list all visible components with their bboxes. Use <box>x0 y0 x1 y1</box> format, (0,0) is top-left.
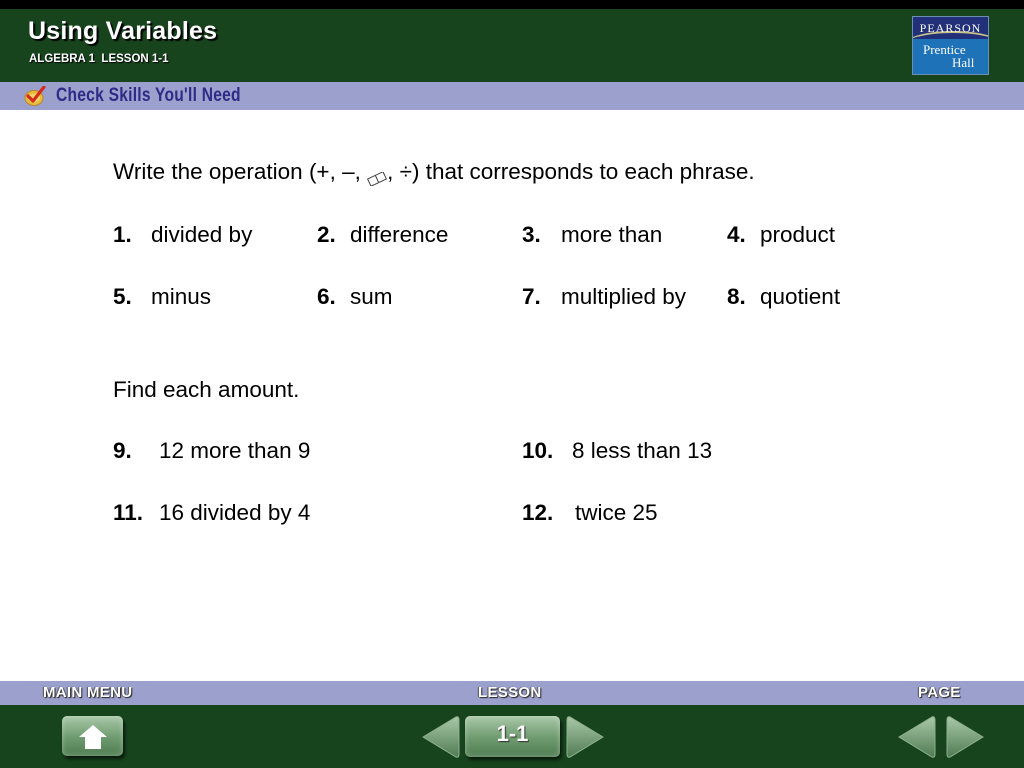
check-icon <box>24 86 46 106</box>
instruction-operations: Write the operation (+, –, , ÷) that cor… <box>113 159 755 187</box>
triangle-left-icon <box>898 716 936 758</box>
item-text: difference <box>350 222 449 247</box>
home-arrow-icon <box>79 725 107 749</box>
instruction-text-post: , ÷) that corresponds to each phrase. <box>387 159 755 184</box>
lesson-number: 1-1 <box>496 721 529 746</box>
page-subtitle: ALGEBRA 1 LESSON 1-1 <box>29 53 169 65</box>
item-text: twice 25 <box>575 500 658 525</box>
item-number: 5. <box>113 284 132 309</box>
publisher-logo: PEARSON Prentice Hall <box>912 16 989 75</box>
page-label: PAGE <box>918 684 961 701</box>
skills-label: Check Skills You'll Need <box>56 85 241 106</box>
logo-pearson-text: PEARSON <box>919 21 982 35</box>
content-area: Write the operation (+, –, , ÷) that cor… <box>0 110 1024 680</box>
item-text: minus <box>151 284 212 309</box>
triangle-left-icon <box>422 716 460 758</box>
item-text: 8 less than 13 <box>572 438 713 463</box>
skills-bar: Check Skills You'll Need <box>0 82 1024 110</box>
item-text: 16 divided by 4 <box>159 500 311 525</box>
item-number: 8. <box>727 284 746 309</box>
multiplication-symbol-icon <box>367 166 388 187</box>
item-number: 4. <box>727 222 746 247</box>
logo-hall-text: Hall <box>952 55 975 70</box>
item-number: 6. <box>317 284 336 309</box>
item-number: 11. <box>113 500 144 525</box>
main-menu-button[interactable] <box>62 716 123 756</box>
lesson-label: LESSON <box>478 684 542 701</box>
top-border <box>0 0 1024 9</box>
item-text: 12 more than 9 <box>159 438 311 463</box>
item-number: 12. <box>522 500 554 525</box>
lesson-prev-button[interactable] <box>420 714 460 760</box>
lesson-number-button[interactable]: 1-1 <box>465 716 560 757</box>
main-menu-label: MAIN MENU <box>43 684 133 701</box>
page-title: Using Variables <box>28 17 218 45</box>
item-text: product <box>760 222 836 247</box>
item-number: 3. <box>522 222 541 247</box>
item-text: quotient <box>760 284 841 309</box>
item-number: 7. <box>522 284 541 309</box>
item-number: 2. <box>317 222 336 247</box>
item-number: 10. <box>522 438 554 463</box>
nav-label-bar: MAIN MENU LESSON PAGE <box>0 681 1024 705</box>
lesson-next-button[interactable] <box>566 714 606 760</box>
triangle-right-icon <box>566 716 604 758</box>
triangle-right-icon <box>946 716 984 758</box>
page-next-button[interactable] <box>946 714 986 760</box>
item-text: multiplied by <box>561 284 687 309</box>
instruction-text-pre: Write the operation (+, –, <box>113 159 368 184</box>
item-text: sum <box>350 284 393 309</box>
item-text: more than <box>561 222 663 247</box>
instruction-amounts: Find each amount. <box>113 377 300 402</box>
item-text: divided by <box>151 222 253 247</box>
item-number: 9. <box>113 438 132 463</box>
item-number: 1. <box>113 222 132 247</box>
page-prev-button[interactable] <box>896 714 936 760</box>
header: Using Variables ALGEBRA 1 LESSON 1-1 <box>0 9 1024 82</box>
